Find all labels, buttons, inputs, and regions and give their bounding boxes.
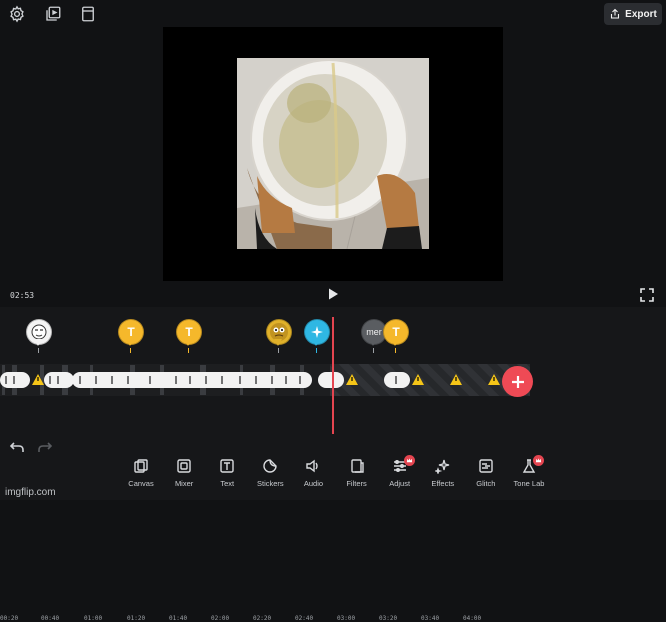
imgflip-watermark: imgflip.com bbox=[5, 487, 56, 498]
ruler-tick: 02:20 bbox=[253, 615, 272, 622]
share-icon bbox=[611, 8, 620, 19]
bottom-toolbar: Canvas Mixer Text Stickers Audio Filters… bbox=[120, 455, 550, 498]
ruler-tick: 01:00 bbox=[84, 615, 103, 622]
ruler-tick: 02:00 bbox=[211, 615, 230, 622]
effect-pin[interactable] bbox=[304, 319, 330, 353]
canvas-icon bbox=[134, 459, 148, 473]
redo-icon bbox=[38, 442, 53, 452]
tool-adjust[interactable]: Adjust bbox=[379, 455, 421, 498]
fullscreen-button[interactable] bbox=[640, 288, 654, 302]
sticker-icon bbox=[263, 459, 278, 473]
gear-icon[interactable] bbox=[8, 5, 26, 23]
plus-icon bbox=[511, 375, 524, 388]
ruler-tick: 04:00 bbox=[463, 615, 482, 622]
audio-icon bbox=[306, 459, 319, 473]
play-button[interactable] bbox=[326, 287, 340, 301]
tool-effects[interactable]: Effects bbox=[422, 458, 464, 498]
premium-crown-icon bbox=[403, 455, 415, 466]
clip-track[interactable] bbox=[0, 362, 530, 398]
layers-icon[interactable] bbox=[44, 5, 62, 23]
tool-stickers[interactable]: Stickers bbox=[249, 458, 291, 498]
glitch-icon bbox=[479, 459, 493, 473]
export-label: Export bbox=[625, 8, 657, 20]
text-pin[interactable]: T bbox=[383, 319, 409, 353]
play-icon bbox=[329, 288, 338, 300]
ruler-tick: 01:40 bbox=[169, 615, 188, 622]
undo-icon bbox=[9, 442, 24, 452]
ruler-tick: 03:40 bbox=[421, 615, 440, 622]
tool-text[interactable]: Text bbox=[206, 458, 248, 498]
filters-icon bbox=[350, 459, 364, 473]
tool-mixer[interactable]: Mixer bbox=[163, 458, 205, 498]
expand-icon bbox=[640, 288, 654, 302]
ruler-tick: 00:20 bbox=[0, 615, 19, 622]
current-time: 02:53 bbox=[10, 291, 35, 300]
tool-filters[interactable]: Filters bbox=[336, 458, 378, 498]
ruler-tick: 03:20 bbox=[379, 615, 398, 622]
timeline-ruler[interactable]: 00:20 00:40 01:00 01:20 01:40 02:00 02:2… bbox=[0, 307, 666, 622]
premium-crown-icon bbox=[532, 455, 544, 466]
mixer-icon bbox=[177, 459, 191, 473]
ruler-tick: 03:00 bbox=[337, 615, 356, 622]
text-pin[interactable]: T bbox=[176, 319, 202, 353]
text-pin[interactable]: T bbox=[118, 319, 144, 353]
redo-button[interactable] bbox=[38, 440, 53, 452]
export-button[interactable]: Export bbox=[604, 3, 662, 25]
sticker-pin-face[interactable] bbox=[26, 319, 52, 353]
ruler-tick: 01:20 bbox=[127, 615, 146, 622]
tool-tone-lab[interactable]: Tone Lab bbox=[508, 455, 550, 498]
tool-canvas[interactable]: Canvas bbox=[120, 458, 162, 498]
document-icon[interactable] bbox=[79, 5, 97, 23]
add-clip-button[interactable] bbox=[502, 366, 533, 397]
undo-button[interactable] bbox=[9, 440, 24, 452]
text-icon bbox=[220, 459, 234, 473]
ruler-tick: 00:40 bbox=[41, 615, 60, 622]
tool-glitch[interactable]: Glitch bbox=[465, 458, 507, 498]
playhead[interactable] bbox=[332, 317, 334, 434]
tool-audio[interactable]: Audio bbox=[292, 458, 334, 498]
ruler-tick: 02:40 bbox=[295, 615, 314, 622]
sticker-pin-creature[interactable] bbox=[266, 319, 292, 353]
effects-icon bbox=[434, 459, 449, 474]
video-frame-image bbox=[237, 58, 429, 249]
